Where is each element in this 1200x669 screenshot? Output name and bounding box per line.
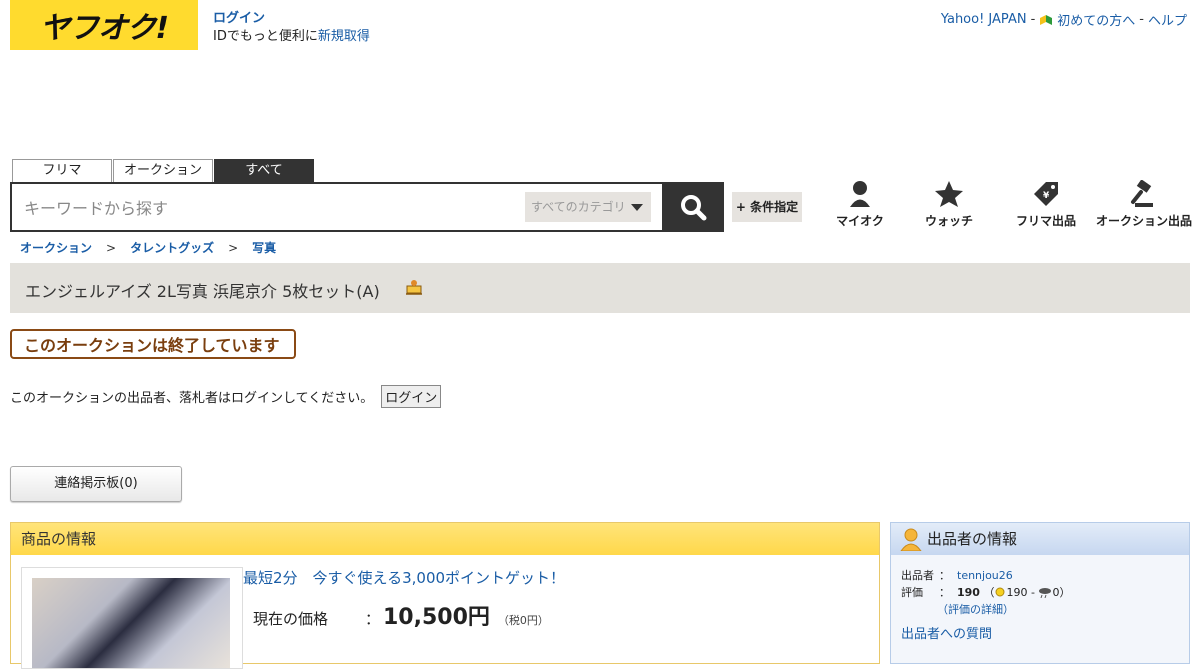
category-select-value: すべてのカテゴリ bbox=[531, 200, 626, 214]
rating-colon: ： bbox=[939, 586, 950, 599]
search-input[interactable] bbox=[22, 194, 506, 222]
seller-colon: ： bbox=[939, 569, 950, 582]
top-links-separator: - bbox=[1030, 12, 1036, 27]
star-icon bbox=[935, 181, 963, 207]
svg-text:¥: ¥ bbox=[1043, 191, 1050, 201]
price-colon: ： bbox=[365, 610, 381, 628]
breadcrumb: オークション > タレントグッズ > 写真 bbox=[20, 239, 276, 256]
login-note: このオークションの出品者、落札者はログインしてください。 ログイン bbox=[10, 385, 442, 408]
gavel-icon bbox=[1131, 180, 1153, 207]
rain-icon bbox=[1039, 588, 1052, 599]
yahuoku-logo[interactable]: ヤフオク! bbox=[10, 0, 198, 50]
message-board-button[interactable]: 連絡掲示板(0) bbox=[10, 466, 182, 502]
auction-ended-badge: このオークションは終了しています bbox=[10, 329, 296, 359]
breadcrumb-auction[interactable]: オークション bbox=[20, 239, 92, 256]
price-tax: （税0円） bbox=[497, 614, 549, 627]
seller-info-panel: 出品者の情報 出品者： tennjou26 評価： 190 （190 - 0） （評… bbox=[890, 522, 1190, 664]
top-links: Yahoo! JAPAN - 初めての方へ - ヘルプ bbox=[941, 10, 1187, 29]
tab-auction[interactable]: オークション bbox=[113, 159, 213, 182]
tab-all[interactable]: すべて bbox=[214, 159, 314, 182]
rating-open-paren: （ bbox=[983, 586, 995, 599]
breadcrumb-photo[interactable]: 写真 bbox=[252, 239, 276, 256]
search-icon bbox=[681, 195, 707, 221]
seller-heading-text: 出品者の情報 bbox=[927, 530, 1018, 548]
beginner-mark-icon bbox=[1040, 14, 1053, 25]
flea-listing-label: フリマ出品 bbox=[1015, 214, 1076, 228]
page-title: エンジェルアイズ 2L写真 浜尾京介 5枚セット(A) bbox=[25, 282, 380, 301]
user-icon bbox=[850, 181, 870, 207]
my-auction-label: マイオク bbox=[836, 214, 884, 228]
product-info-panel: 商品の情報 最短2分 今すぐ使える3,000ポイントゲット！ 現在の価格 ： 1… bbox=[10, 522, 880, 669]
product-info-heading: 商品の情報 bbox=[11, 523, 879, 555]
flea-listing-nav[interactable]: ¥ フリマ出品 bbox=[996, 180, 1096, 229]
search-box: すべてのカテゴリ bbox=[10, 182, 664, 232]
id-promo-text: IDでもっと便利に bbox=[213, 29, 318, 44]
rating-label: 評価 bbox=[901, 586, 923, 599]
sun-icon bbox=[995, 587, 1005, 597]
seller-avatar-icon bbox=[900, 528, 922, 551]
rating-detail-link[interactable]: （評価の詳細） bbox=[937, 603, 1014, 616]
seller-name-link[interactable]: tennjou26 bbox=[957, 569, 1013, 582]
price-tag-icon: ¥ bbox=[1034, 182, 1058, 206]
login-link[interactable]: ログイン bbox=[213, 11, 265, 26]
auction-listing-label: オークション出品 bbox=[1095, 214, 1192, 228]
search-button[interactable] bbox=[662, 182, 724, 232]
search-tabs: フリマ オークション すべて bbox=[12, 159, 315, 182]
product-image[interactable] bbox=[32, 578, 230, 668]
current-price: 10,500円 bbox=[383, 605, 490, 630]
rating-close-paren: ） bbox=[1059, 586, 1071, 599]
price-label: 現在の価格 bbox=[253, 610, 329, 628]
auction-status-icon bbox=[406, 280, 422, 295]
tab-flea-market[interactable]: フリマ bbox=[12, 159, 112, 182]
rating-good: 190 bbox=[1006, 586, 1028, 599]
seller-question-link[interactable]: 出品者への質問 bbox=[901, 623, 992, 642]
condition-button[interactable]: + 条件指定 bbox=[732, 192, 802, 222]
breadcrumb-separator: > bbox=[106, 240, 117, 255]
watch-nav[interactable]: ウォッチ bbox=[899, 180, 999, 229]
chevron-down-icon bbox=[631, 204, 643, 211]
first-time-link[interactable]: 初めての方へ bbox=[1057, 10, 1135, 29]
watch-label: ウォッチ bbox=[924, 214, 973, 228]
rating-dash: - bbox=[1030, 586, 1035, 599]
auction-listing-nav[interactable]: オークション出品 bbox=[1094, 180, 1194, 229]
login-note-text: このオークションの出品者、落札者はログインしてください。 bbox=[10, 391, 374, 406]
breadcrumb-talent-goods[interactable]: タレントグッズ bbox=[130, 239, 214, 256]
points-promo-link[interactable]: 最短2分 今すぐ使える3,000ポイントゲット！ bbox=[243, 567, 565, 588]
login-button[interactable]: ログイン bbox=[381, 385, 442, 408]
price-row: 現在の価格 ： 10,500円 （税0円） bbox=[253, 599, 549, 631]
logo-text: ヤフオク! bbox=[39, 11, 169, 46]
yahoo-japan-link[interactable]: Yahoo! JAPAN bbox=[941, 12, 1027, 27]
seller-details: 出品者： tennjou26 評価： 190 （190 - 0） （評価の詳細） bbox=[901, 567, 1070, 618]
my-auction-nav[interactable]: マイオク bbox=[810, 180, 910, 229]
item-title-bar: エンジェルアイズ 2L写真 浜尾京介 5枚セット(A) bbox=[10, 263, 1190, 313]
breadcrumb-separator: > bbox=[228, 240, 239, 255]
help-link[interactable]: ヘルプ bbox=[1148, 10, 1187, 29]
rating-total: 190 bbox=[957, 586, 980, 599]
signup-link[interactable]: 新規取得 bbox=[318, 29, 370, 44]
seller-info-heading: 出品者の情報 bbox=[891, 523, 1189, 555]
top-links-separator: - bbox=[1139, 12, 1144, 27]
login-block: ログイン IDでもっと便利に新規取得 bbox=[213, 10, 370, 46]
seller-label: 出品者 bbox=[901, 569, 934, 582]
category-select[interactable]: すべてのカテゴリ bbox=[525, 192, 651, 222]
product-image-frame bbox=[21, 567, 243, 669]
